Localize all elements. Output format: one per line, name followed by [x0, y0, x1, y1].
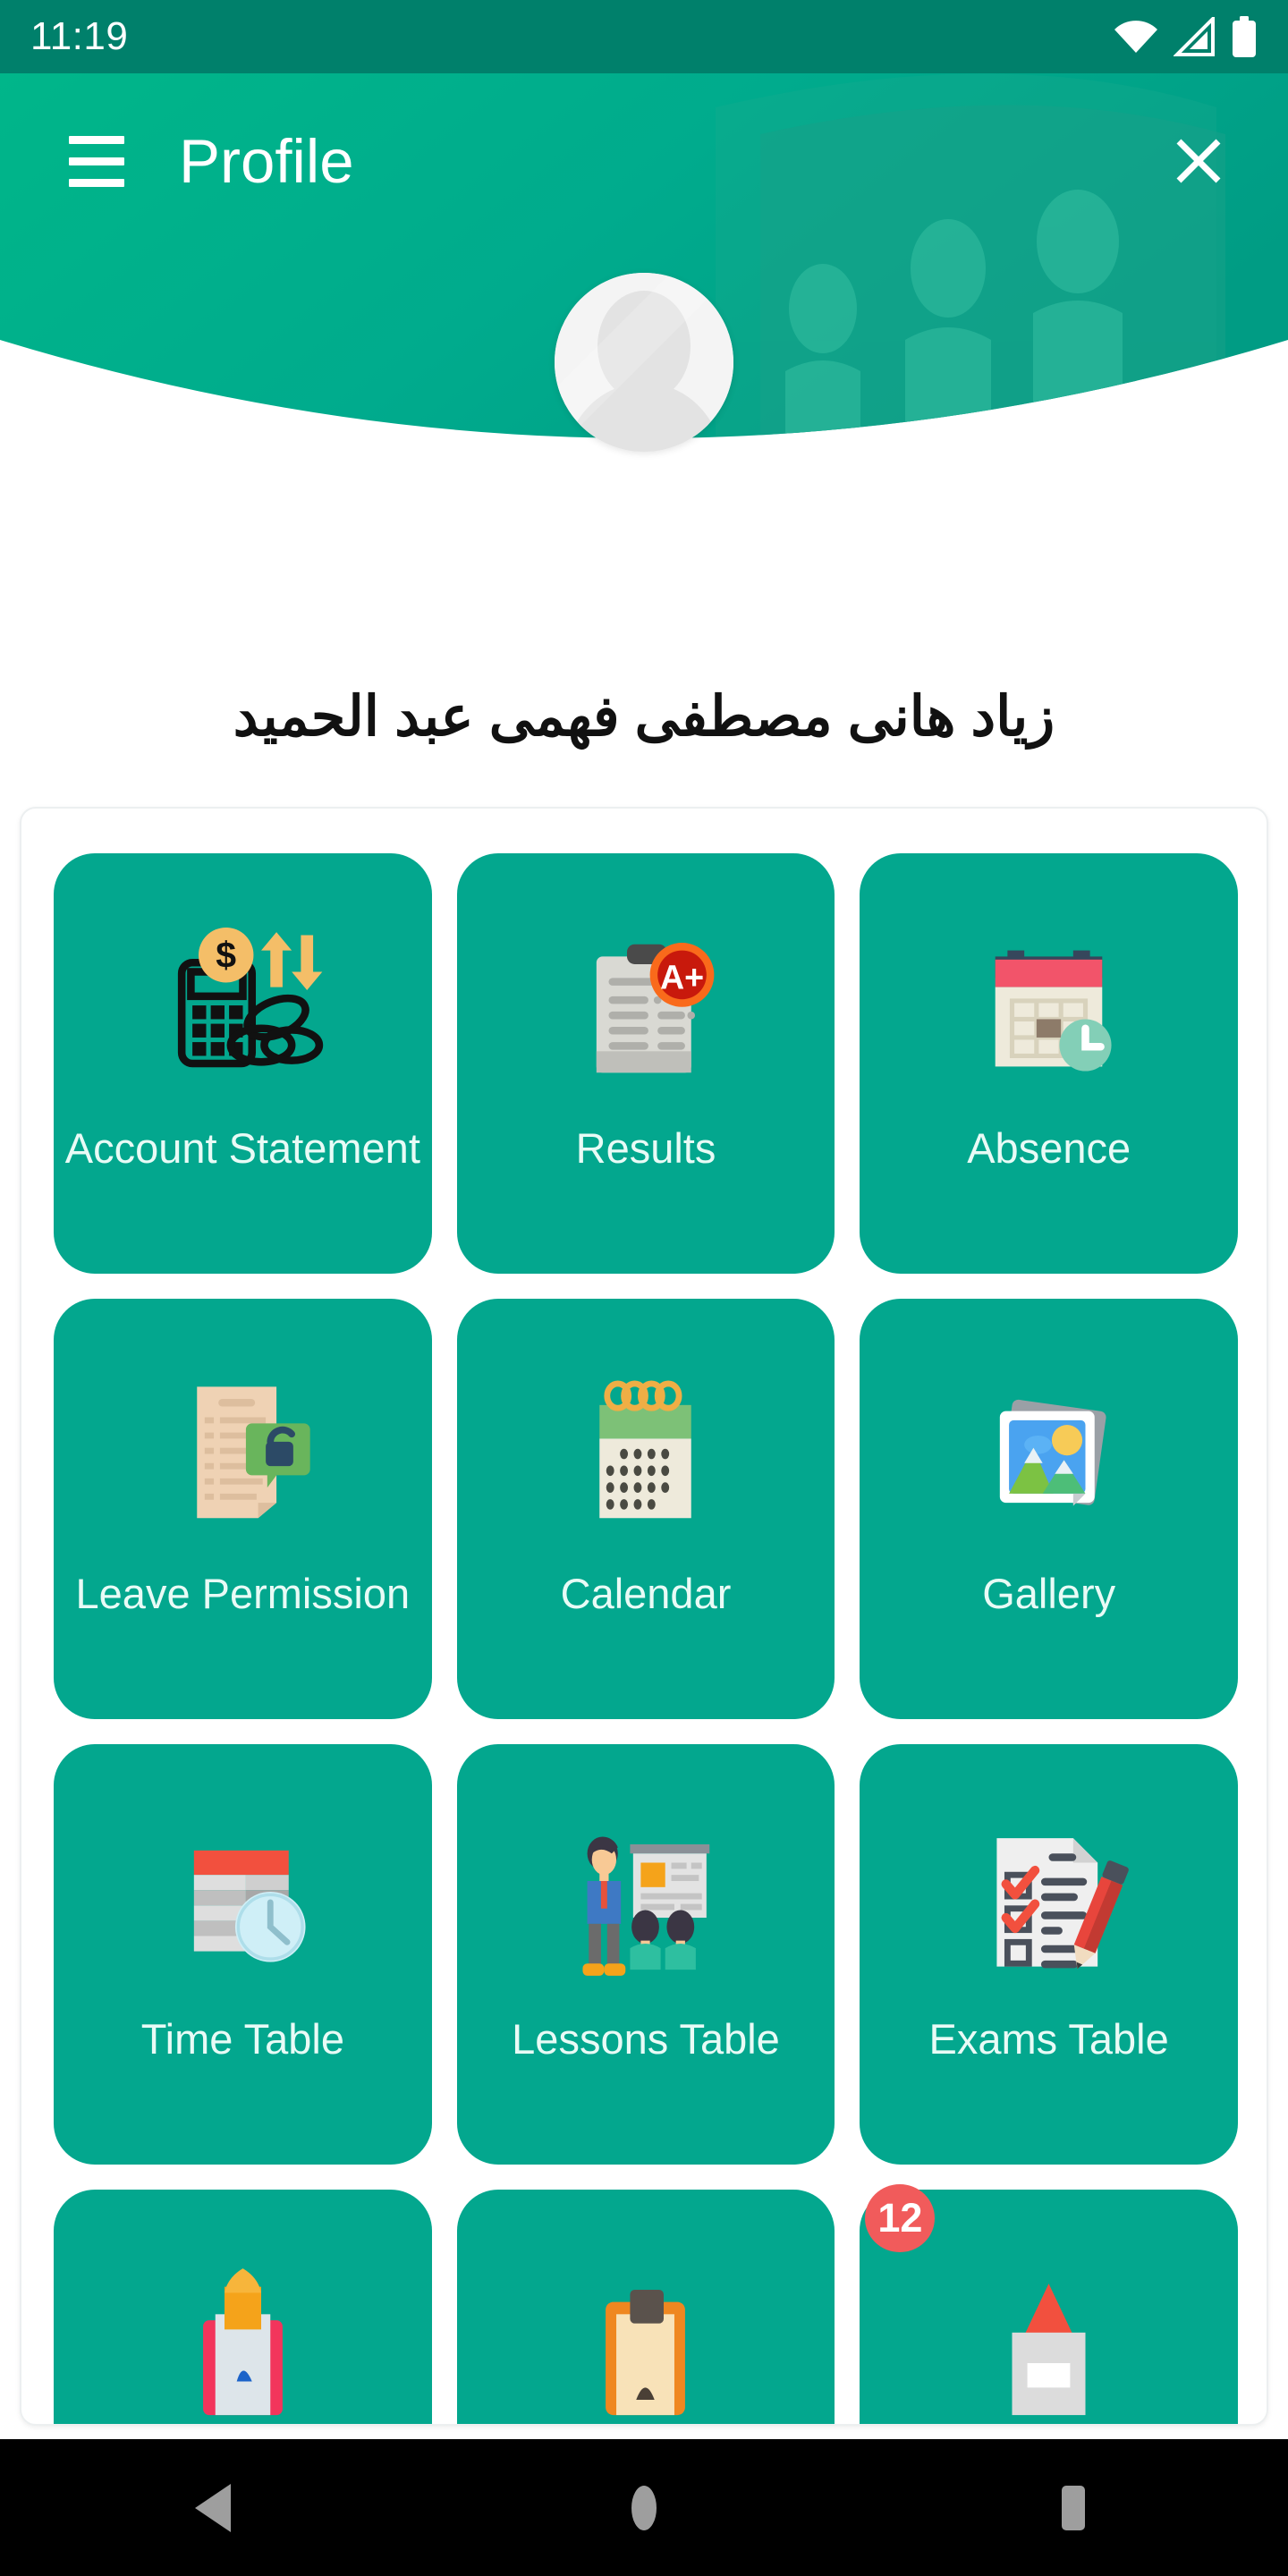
- hamburger-bar-3: [69, 178, 124, 187]
- menu-tile-label: Absence: [967, 1124, 1131, 1172]
- profile-name: زياد هانى مصطفى فهمى عبد الحميد: [233, 686, 1055, 748]
- home-circle-icon[interactable]: [564, 2439, 724, 2576]
- menu-tile-time-table[interactable]: Time Table: [54, 1744, 432, 2165]
- homework-icon: [457, 2241, 835, 2424]
- account-statement-icon: $: [54, 905, 432, 1111]
- leave-permission-icon: [54, 1351, 432, 1556]
- menu-tile-label: Leave Permission: [75, 1570, 411, 1617]
- hamburger-bar-1: [69, 135, 124, 144]
- menu-tile-calendar[interactable]: Calendar: [456, 1299, 835, 1719]
- menu-tile-account-statement[interactable]: $ Account Statement: [54, 853, 432, 1274]
- menu-tile-homework[interactable]: [456, 2190, 835, 2424]
- time-table-icon: [54, 1796, 432, 2002]
- home-glyph: [631, 2485, 657, 2530]
- status-bar: 11:19: [0, 0, 1288, 73]
- menu-tile-exams-table[interactable]: Exams Table: [860, 1744, 1238, 2165]
- menu-card: $ Account Statement A+ Results Absence L…: [20, 807, 1268, 2426]
- menu-tile-gallery[interactable]: Gallery: [860, 1299, 1238, 1719]
- results-icon: A+: [457, 905, 835, 1111]
- battery-icon: [1233, 16, 1256, 57]
- exams-table-icon: [860, 1796, 1238, 2002]
- menu-grid: $ Account Statement A+ Results Absence L…: [21, 809, 1267, 2424]
- cellular-signal-icon: [1174, 17, 1215, 56]
- notifications-icon: [860, 2241, 1238, 2424]
- menu-tile-news[interactable]: [54, 2190, 432, 2424]
- menu-tile-label: Gallery: [982, 1570, 1116, 1617]
- absence-icon: [860, 905, 1238, 1111]
- back-triangle-icon[interactable]: [134, 2439, 295, 2576]
- android-navigation-bar: [0, 2439, 1288, 2576]
- close-icon[interactable]: [1156, 118, 1241, 204]
- calendar-icon: [457, 1351, 835, 1556]
- status-bar-icons: [1113, 16, 1258, 57]
- status-bar-clock: 11:19: [30, 14, 129, 58]
- close-x-glyph: [1176, 139, 1221, 183]
- default-avatar-placeholder: [555, 273, 733, 452]
- menu-tile-label: Results: [575, 1124, 716, 1172]
- menu-tile-results[interactable]: A+ Results: [456, 853, 835, 1274]
- menu-tile-lessons-table[interactable]: Lessons Table: [456, 1744, 835, 2165]
- menu-tile-notifications[interactable]: 12: [860, 2184, 1238, 2424]
- hamburger-menu-icon[interactable]: [47, 111, 147, 211]
- page-title: Profile: [179, 126, 354, 196]
- menu-tile-label: Lessons Table: [512, 2015, 780, 2063]
- recents-glyph: [1062, 2485, 1085, 2530]
- back-glyph: [195, 2483, 231, 2532]
- wifi-icon: [1114, 21, 1157, 53]
- gallery-icon: [860, 1351, 1238, 1556]
- svg-text:A+: A+: [660, 958, 704, 996]
- menu-tile-absence[interactable]: Absence: [860, 853, 1238, 1274]
- menu-tile-label: Account Statement: [64, 1124, 420, 1172]
- avatar[interactable]: [555, 273, 733, 452]
- menu-tile-label: Time Table: [140, 2015, 344, 2063]
- recents-square-icon[interactable]: [993, 2439, 1154, 2576]
- menu-tile-label: Exams Table: [928, 2015, 1169, 2063]
- menu-tile-label: Calendar: [560, 1570, 732, 1617]
- hamburger-bar-2: [69, 157, 124, 165]
- svg-text:$: $: [216, 934, 236, 975]
- header-toolbar: Profile: [0, 89, 1288, 233]
- lessons-table-icon: [457, 1796, 835, 2002]
- menu-tile-leave-permission[interactable]: Leave Permission: [54, 1299, 432, 1719]
- news-icon: [54, 2241, 432, 2424]
- notifications-badge: 12: [865, 2184, 936, 2252]
